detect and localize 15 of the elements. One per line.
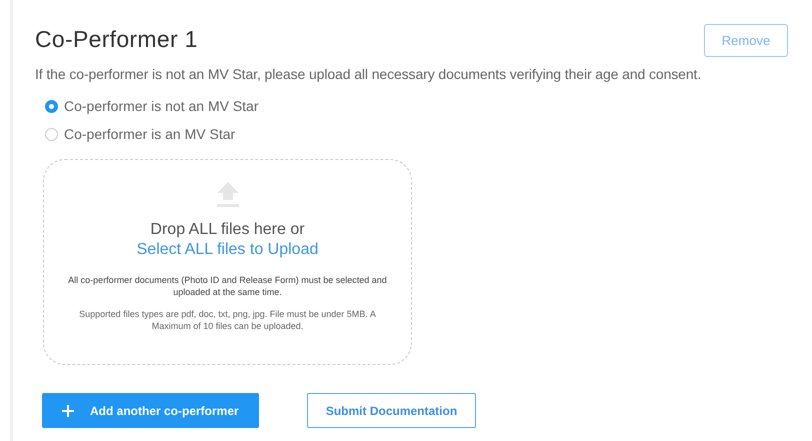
description-text: If the co-performer is not an MV Star, please upload all necessary documents verifying their age and consent. <box>35 66 702 82</box>
plus-icon <box>62 404 74 416</box>
submit-button[interactable]: Submit Documentation <box>307 393 476 428</box>
radio-button[interactable] <box>45 100 58 112</box>
remove-button[interactable]: Remove <box>704 24 788 57</box>
radio-button[interactable] <box>45 128 58 140</box>
section-title: Co-Performer 1 <box>35 26 198 53</box>
option-label: Co-performer is not an MV Star <box>64 98 259 114</box>
drop-prompt: Drop ALL files here or <box>150 220 305 240</box>
select-files-link[interactable]: Select ALL files to Upload <box>136 240 318 260</box>
upload-dropzone[interactable] <box>43 159 412 365</box>
file-types-hint: Supported files types are pdf, doc, txt, png, jpg. File must be under 5MB. A Maximum of 10 files can be uploaded. <box>78 308 377 332</box>
option-label: Co-performer is an MV Star <box>64 126 236 142</box>
add-performer-button[interactable]: Add another co-performer <box>42 393 259 428</box>
upload-note: All co-performer documents (Photo ID and Release Form) must be selected and uploaded at the same time. <box>67 274 388 298</box>
